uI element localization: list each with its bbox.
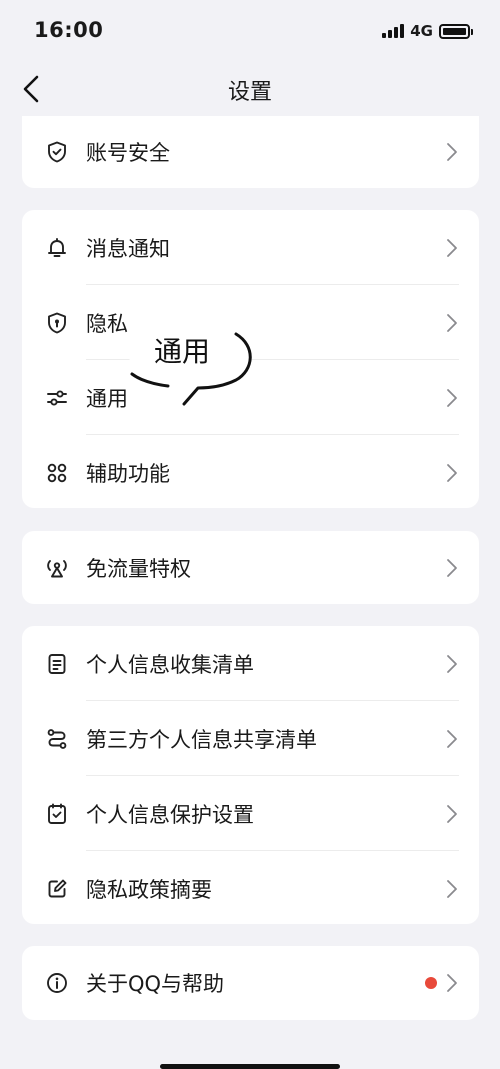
row-label: 个人信息保护设置 (86, 802, 254, 827)
chevron-right-icon (445, 972, 459, 994)
shield-lock-icon (44, 310, 70, 336)
row-label: 账号安全 (86, 141, 170, 165)
row-label: 辅助功能 (86, 461, 170, 486)
battery-icon (439, 23, 473, 39)
row-privacy-summary[interactable]: 隐私政策摘要 (22, 851, 479, 924)
sliders-icon (44, 385, 70, 411)
row-label: 隐私政策摘要 (86, 877, 212, 902)
chevron-right-icon (445, 387, 459, 409)
status-indicators: 4G (382, 21, 473, 41)
row-label: 关于QQ与帮助 (86, 972, 225, 996)
settings-group-account: 账号安全 (22, 116, 479, 188)
signal-icon (382, 24, 405, 38)
row-label: 消息通知 (86, 236, 170, 261)
share-flow-icon (44, 726, 70, 752)
shield-check-icon (44, 139, 70, 165)
settings-group-personal-info: 个人信息收集清单 第三方个人信息共享清单 个人信息保护设置 隐私政策摘要 (22, 626, 479, 924)
row-label: 免流量特权 (86, 556, 191, 581)
network-type: 4G (410, 22, 433, 40)
checkbox-icon (44, 801, 70, 827)
row-third-party-sharing[interactable]: 第三方个人信息共享清单 (22, 701, 479, 776)
row-about-help[interactable]: 关于QQ与帮助 (22, 946, 479, 1020)
chevron-right-icon (445, 237, 459, 259)
row-free-data[interactable]: 免流量特权 (22, 531, 479, 604)
nav-bar: 设置 (0, 62, 500, 116)
notification-dot (425, 977, 437, 989)
home-indicator (160, 1064, 340, 1069)
info-icon (44, 970, 70, 996)
antenna-icon (44, 555, 70, 581)
status-time: 16:00 (34, 18, 104, 42)
page-title: 设置 (227, 80, 272, 105)
row-accessibility[interactable]: 辅助功能 (22, 435, 479, 508)
chevron-right-icon (445, 557, 459, 579)
chevron-right-icon (445, 312, 459, 334)
chevron-right-icon (445, 653, 459, 675)
chevron-right-icon (445, 462, 459, 484)
settings-group-data: 免流量特权 (22, 531, 479, 604)
chevron-right-icon (445, 878, 459, 900)
annotation-bubble: 通用 (120, 316, 260, 408)
row-notifications[interactable]: 消息通知 (22, 210, 479, 285)
chevron-right-icon (445, 728, 459, 750)
document-icon (44, 651, 70, 677)
row-info-protection[interactable]: 个人信息保护设置 (22, 776, 479, 851)
row-account-security[interactable]: 账号安全 (22, 116, 479, 188)
edit-icon (44, 876, 70, 902)
row-label: 个人信息收集清单 (86, 652, 254, 677)
bell-icon (44, 235, 70, 261)
annotation-text: 通用 (154, 335, 211, 368)
chevron-right-icon (445, 141, 459, 163)
chevron-right-icon (445, 803, 459, 825)
row-label: 第三方个人信息共享清单 (86, 727, 317, 752)
command-icon (44, 460, 70, 486)
status-bar: 16:00 4G (0, 0, 500, 62)
row-info-collection[interactable]: 个人信息收集清单 (22, 626, 479, 701)
settings-group-about: 关于QQ与帮助 (22, 946, 479, 1020)
